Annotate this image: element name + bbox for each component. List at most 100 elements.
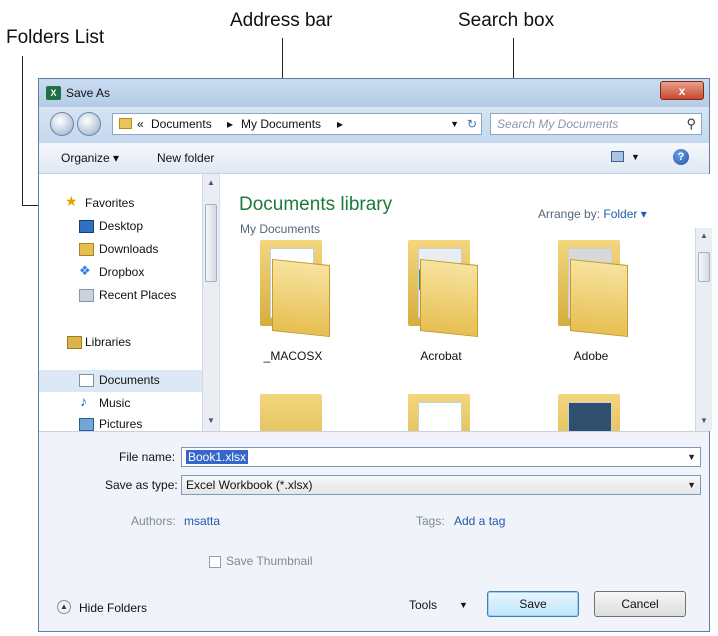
folder-item-partial[interactable] bbox=[408, 394, 478, 431]
help-icon[interactable]: ? bbox=[673, 149, 689, 165]
save-button[interactable]: Save bbox=[487, 591, 579, 617]
address-prefix[interactable]: « bbox=[137, 114, 144, 134]
file-name-value: Book1.xlsx bbox=[186, 450, 249, 464]
tools-button[interactable]: Tools bbox=[409, 598, 437, 612]
breadcrumb-documents[interactable]: Documents bbox=[151, 114, 212, 134]
title-bar: X Save As x bbox=[39, 79, 709, 107]
save-thumbnail-label[interactable]: Save Thumbnail bbox=[226, 554, 313, 568]
tags-value[interactable]: Add a tag bbox=[454, 514, 505, 528]
command-bar: Organize ▾ New folder ▼ ? bbox=[39, 143, 709, 174]
search-icon[interactable]: ⚲ bbox=[686, 114, 696, 134]
file-name-label: File name: bbox=[119, 450, 176, 464]
save-type-label: Save as type: bbox=[105, 478, 178, 492]
search-placeholder: Search My Documents bbox=[497, 117, 619, 131]
save-thumbnail-checkbox[interactable] bbox=[209, 556, 221, 568]
arrange-value[interactable]: Folder ▾ bbox=[603, 207, 646, 221]
nav-dropbox[interactable]: ❖ Dropbox bbox=[79, 263, 145, 279]
folders-list: ★ Favorites Desktop Downloads ❖ Dropbox … bbox=[39, 174, 220, 431]
forward-button[interactable] bbox=[77, 112, 101, 136]
address-bar[interactable]: « Documents ▸ My Documents ▸ ▼ ↻ bbox=[112, 113, 482, 135]
search-input[interactable]: Search My Documents ⚲ bbox=[490, 113, 702, 135]
cancel-button[interactable]: Cancel bbox=[594, 591, 686, 617]
dropbox-icon: ❖ bbox=[79, 263, 91, 278]
folder-front bbox=[272, 258, 330, 338]
folder-label: _MACOSX bbox=[263, 349, 323, 363]
window-title: Save As bbox=[66, 86, 111, 100]
scroll-up-arrow[interactable]: ▲ bbox=[700, 231, 708, 240]
callout-line-address bbox=[282, 38, 283, 78]
nav-libraries[interactable]: Libraries bbox=[67, 335, 131, 349]
scroll-up-arrow[interactable]: ▲ bbox=[207, 178, 215, 187]
scroll-down-arrow[interactable]: ▼ bbox=[207, 416, 215, 425]
folder-item[interactable]: Adobe bbox=[546, 240, 636, 370]
libraries-icon bbox=[67, 336, 82, 349]
library-title: Documents library bbox=[239, 194, 393, 215]
folder-front bbox=[570, 258, 628, 338]
nav-music[interactable]: ♪ Music bbox=[79, 393, 130, 410]
callout-line-folders bbox=[22, 56, 23, 206]
organize-button[interactable]: Organize ▾ bbox=[61, 151, 119, 165]
callout-address-bar: Address bar bbox=[230, 10, 333, 31]
address-row: « Documents ▸ My Documents ▸ ▼ ↻ Search … bbox=[39, 107, 709, 143]
authors-value[interactable]: msatta bbox=[184, 514, 220, 528]
nav-downloads-label: Downloads bbox=[99, 242, 159, 256]
excel-icon: X bbox=[46, 86, 61, 100]
nav-pictures-label: Pictures bbox=[99, 417, 143, 431]
recent-places-icon bbox=[79, 289, 94, 302]
nav-libraries-label: Libraries bbox=[85, 335, 132, 349]
folder-front bbox=[420, 258, 478, 338]
callout-line-search bbox=[513, 38, 514, 78]
nav-recent-places[interactable]: Recent Places bbox=[79, 288, 176, 302]
breadcrumb-my-documents[interactable]: My Documents bbox=[241, 114, 321, 134]
nav-desktop[interactable]: Desktop bbox=[79, 219, 143, 233]
folder-item[interactable]: _MACOSX bbox=[248, 240, 338, 370]
nav-recent-places-label: Recent Places bbox=[99, 288, 177, 302]
music-icon: ♪ bbox=[80, 393, 87, 409]
scroll-thumb[interactable] bbox=[205, 204, 217, 282]
folders-scrollbar[interactable]: ▲ ▼ bbox=[202, 174, 219, 431]
save-type-select[interactable]: Excel Workbook (*.xlsx) ▼ bbox=[181, 475, 701, 495]
new-folder-button[interactable]: New folder bbox=[157, 151, 214, 165]
files-scrollbar[interactable]: ▲ ▼ bbox=[695, 228, 712, 431]
chevron-down-icon[interactable]: ▼ bbox=[687, 448, 696, 466]
save-type-value: Excel Workbook (*.xlsx) bbox=[186, 478, 313, 492]
chevron-down-icon[interactable]: ▼ bbox=[450, 114, 459, 134]
folder-item[interactable]: Acrobat bbox=[396, 240, 486, 370]
folder-icon bbox=[119, 118, 132, 129]
views-icon[interactable] bbox=[611, 151, 624, 162]
folder-item-partial[interactable] bbox=[558, 394, 628, 431]
breadcrumb-separator[interactable]: ▸ bbox=[227, 114, 233, 134]
hide-folders-link[interactable]: Hide Folders bbox=[79, 601, 147, 615]
file-name-field[interactable]: Book1.xlsx ▼ bbox=[181, 447, 701, 467]
refresh-icon[interactable]: ↻ bbox=[467, 114, 477, 134]
nav-documents-label: Documents bbox=[99, 373, 160, 387]
hide-folders-icon[interactable]: ▲ bbox=[57, 600, 71, 614]
nav-desktop-label: Desktop bbox=[99, 219, 144, 233]
save-options-panel: File name: Book1.xlsx ▼ Save as type: Ex… bbox=[39, 431, 709, 631]
desktop-icon bbox=[79, 220, 94, 233]
nav-documents[interactable]: Documents bbox=[79, 373, 160, 387]
nav-favorites-label: Favorites bbox=[85, 196, 135, 210]
callout-search-box: Search box bbox=[458, 10, 555, 31]
scroll-thumb[interactable] bbox=[698, 252, 710, 282]
back-button[interactable] bbox=[50, 112, 74, 136]
file-list-pane: Documents library My Documents Arrange b… bbox=[220, 174, 712, 431]
folder-label: Adobe bbox=[573, 349, 609, 363]
breadcrumb-separator[interactable]: ▸ bbox=[337, 114, 343, 134]
nav-pictures[interactable]: Pictures bbox=[79, 417, 142, 431]
nav-favorites[interactable]: ★ Favorites bbox=[65, 193, 135, 210]
folder-contents bbox=[568, 402, 612, 431]
nav-dropbox-label: Dropbox bbox=[99, 265, 145, 279]
views-dropdown-icon[interactable]: ▼ bbox=[631, 152, 640, 162]
authors-label: Authors: bbox=[131, 514, 176, 528]
chevron-down-icon[interactable]: ▼ bbox=[687, 476, 696, 494]
folder-contents bbox=[418, 402, 462, 431]
arrange-by[interactable]: Arrange by: Folder ▾ bbox=[538, 207, 647, 221]
tools-dropdown-icon[interactable]: ▼ bbox=[459, 600, 468, 610]
close-button[interactable]: x bbox=[660, 81, 704, 100]
folder-label: Acrobat bbox=[420, 349, 462, 363]
scroll-down-arrow[interactable]: ▼ bbox=[700, 416, 708, 425]
arrange-label: Arrange by: bbox=[538, 207, 601, 221]
nav-downloads[interactable]: Downloads bbox=[79, 242, 158, 256]
folder-item-partial[interactable] bbox=[260, 394, 330, 431]
